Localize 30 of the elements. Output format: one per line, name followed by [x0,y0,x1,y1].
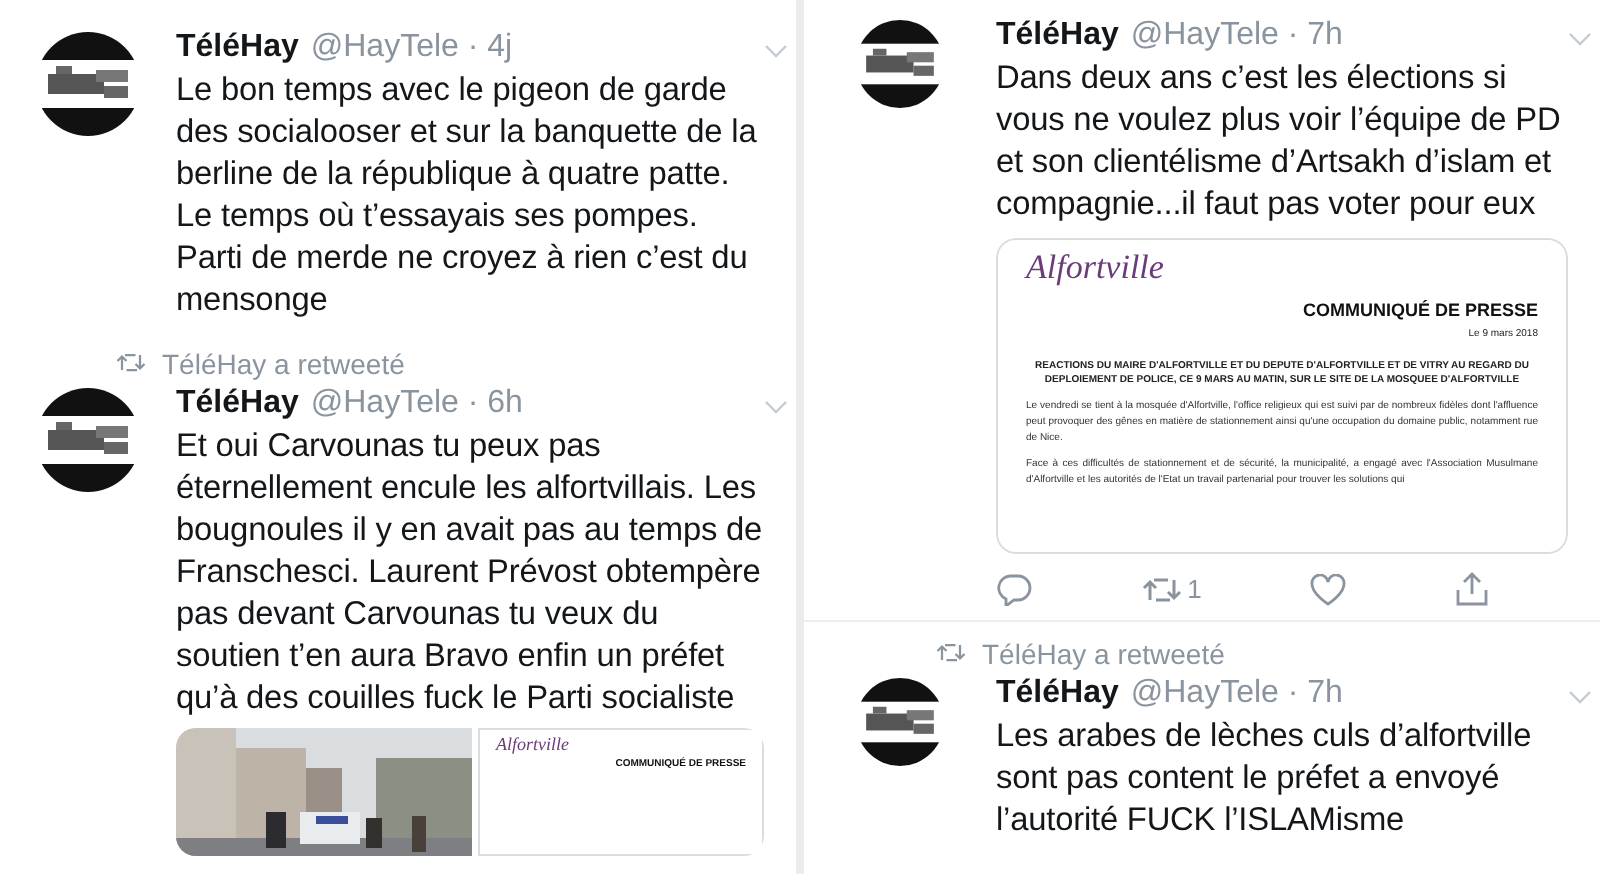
avatar-icon[interactable] [856,20,944,108]
author-handle: @HayTele · 6h [310,384,523,424]
caret-icon[interactable] [764,400,788,414]
caret-icon[interactable] [1568,32,1592,46]
document-preview[interactable] [996,238,1568,554]
document-logo: Alfortville [496,734,571,754]
caret-icon[interactable] [764,44,788,58]
share-button[interactable] [1455,572,1488,606]
document-logo: Alfortville [1026,248,1166,288]
author-name[interactable]: TéléHay [996,674,1119,714]
tweet-text: Les arabes de lèches culs d’alfortville sont pas content le préfet a envoyé l’autorité FUCK l’ISLAMisme [996,716,1534,842]
tweet-text: Le bon temps avec le pigeon de garde des socialooser et sur la banquette de la berline de la république à quatre patte. Le temps où t’essayais ses pompes. Parti de merde ne croyez à rien c’est du mensonge [176,70,759,322]
avatar-icon[interactable] [856,678,944,766]
like-button[interactable] [1310,572,1347,606]
retweet-icon [116,352,146,374]
tweet-text: Et oui Carvounas tu peux pas éternellement encule les alfortvillais. Les bougnoules il y en avait pas au temps de Franschesci. Laurent Prévost obtempère pas devant Carvounas tu veux du soutien t’en aura Bravo enfin un préfet qu’à des couilles fuck le Parti socialiste [176,426,764,720]
author-name[interactable]: TéléHay [996,16,1119,56]
author-handle: @HayTele · 4j [310,28,513,68]
tweet-text: Dans deux ans c’est les élections si vous ne voulez plus voir l’équipe de PD et son clientélisme d’Artsakh d’islam et compagnie...il faut pas voter pour eux [996,58,1563,226]
caret-icon[interactable] [1568,690,1592,704]
author-name[interactable]: TéléHay [176,384,299,424]
retweet-icon [936,642,966,664]
author-handle: @HayTele · 7h [1130,16,1343,56]
retweet-label: TéléHay a retweeté [982,637,1225,669]
reply-button[interactable] [996,572,1032,606]
retweet-label: TéléHay a retweeté [162,347,405,379]
author-handle: @HayTele · 7h [1130,674,1343,714]
author-name[interactable]: TéléHay [176,28,299,68]
document-title: COMMUNIQUÉ DE PRESSE [1302,300,1538,320]
retweet-icon [1141,575,1182,603]
